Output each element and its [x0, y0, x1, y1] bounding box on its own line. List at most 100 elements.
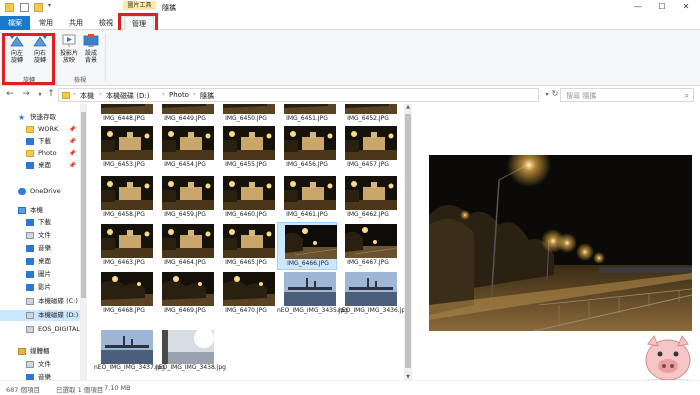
search-icon: ⌕	[684, 91, 689, 100]
slideshow-button[interactable]: 投影片 放映	[58, 34, 80, 64]
file-tile[interactable]: IMG_6462.JPG	[338, 174, 398, 222]
tab-file[interactable]: 檔案	[0, 16, 30, 30]
sidebar-item[interactable]: EOS_DIGITAL (F	[0, 324, 86, 335]
tab-share[interactable]: 共用	[64, 16, 88, 30]
sidebar-item[interactable]: 下載	[0, 217, 86, 228]
cloud-icon	[18, 188, 26, 195]
close-button[interactable]: ✕	[680, 2, 692, 12]
sidebar-item[interactable]: Photo 📌	[0, 148, 86, 159]
new-folder-icon[interactable]	[34, 3, 43, 12]
nav-scrollbar-thumb[interactable]	[81, 112, 86, 298]
file-tile[interactable]: IMG_6463.JPG	[94, 222, 154, 270]
sidebar-item[interactable]: OneDrive	[0, 186, 86, 197]
file-thumbnail	[162, 126, 214, 160]
file-thumbnail	[162, 330, 214, 364]
file-tile[interactable]: IMG_6450.JPG	[216, 104, 276, 126]
file-tile[interactable]: nEO_IMG_IMG_3437.jpg	[94, 326, 165, 380]
sidebar-item[interactable]: ★ 快速存取	[0, 112, 86, 123]
file-tile[interactable]: IMG_6456.JPG	[277, 124, 337, 172]
file-name: IMG_6467.JPG	[347, 259, 389, 266]
sidebar-item-label: 桌面	[38, 257, 51, 265]
quick-access-dropdown[interactable]: ▾	[48, 2, 51, 9]
pc-icon	[18, 207, 26, 214]
file-thumbnail	[223, 104, 275, 114]
sidebar-item[interactable]: 媒體櫃	[0, 346, 86, 357]
sidebar-item[interactable]: 本機	[0, 205, 86, 216]
properties-icon[interactable]	[20, 3, 29, 12]
sidebar-item[interactable]: 本機磁碟 (C:)	[0, 296, 86, 307]
file-tile[interactable]: IMG_6454.JPG	[155, 124, 215, 172]
file-tile[interactable]: IMG_6470.JPG	[216, 270, 276, 318]
file-tile[interactable]: IMG_6466.JPG	[277, 222, 337, 270]
file-tile[interactable]: nEO_IMG_IMG_3435.jpg	[277, 270, 348, 318]
ribbon-tab-bar: 檔案 常用 共用 檢視 管理	[0, 16, 700, 30]
file-tile[interactable]: IMG_6453.JPG	[94, 124, 154, 172]
breadcrumb-drive-d[interactable]: 本機磁碟 (D:)	[106, 91, 149, 101]
window-title: 隨攜	[162, 4, 176, 12]
slideshow-label-2: 放映	[62, 57, 75, 64]
address-bar[interactable]: › 本機 › 本機磁碟 (D:) › Photo › 隨攜	[58, 88, 539, 102]
file-tile[interactable]: IMG_6448.JPG	[94, 104, 154, 126]
file-tile[interactable]: IMG_6469.JPG	[155, 270, 215, 318]
nav-scrollbar[interactable]	[80, 104, 87, 380]
minimize-button[interactable]: —	[632, 2, 644, 12]
folder-icon[interactable]	[5, 3, 14, 12]
forward-arrow-icon[interactable]: →	[20, 89, 32, 99]
file-thumbnail	[345, 224, 397, 258]
sidebar-item-label: Photo	[38, 149, 57, 157]
back-arrow-icon[interactable]: ←	[4, 89, 16, 99]
file-thumbnail	[162, 176, 214, 210]
file-tile[interactable]: IMG_6457.JPG	[338, 124, 398, 172]
file-tile[interactable]: IMG_6461.JPG	[277, 174, 337, 222]
file-tile[interactable]: IMG_6452.JPG	[338, 104, 398, 126]
file-thumbnail	[345, 176, 397, 210]
file-tile[interactable]: IMG_6455.JPG	[216, 124, 276, 172]
sidebar-item[interactable]: 桌面	[0, 256, 86, 267]
file-tile[interactable]: IMG_6458.JPG	[94, 174, 154, 222]
sidebar-item[interactable]: 桌面 📌	[0, 160, 86, 171]
file-name: IMG_6469.JPG	[164, 307, 206, 314]
sidebar-item-label: 本機磁碟 (C:)	[38, 297, 78, 305]
file-tile[interactable]: nEO_IMG_IMG_3436.jpg	[338, 270, 404, 318]
tab-home[interactable]: 常用	[34, 16, 58, 30]
sidebar-item[interactable]: 圖片	[0, 269, 86, 280]
library-icon	[18, 348, 26, 355]
up-arrow-icon[interactable]: ↑	[45, 89, 57, 99]
file-thumbnail	[101, 224, 153, 258]
file-thumbnail	[162, 272, 214, 306]
sidebar-item[interactable]: 影片	[0, 282, 86, 293]
sidebar-item[interactable]: WORK 📌	[0, 124, 86, 135]
status-bar: 687 個項目 已選取 1 個項目 7.10 MB	[0, 380, 700, 395]
file-thumbnail	[284, 126, 336, 160]
file-list-scrollbar[interactable]: ▲ ▼	[404, 104, 412, 380]
file-tile[interactable]: IMG_6449.JPG	[155, 104, 215, 126]
file-tile[interactable]: IMG_6464.JPG	[155, 222, 215, 270]
sidebar-item-label: 快速存取	[30, 113, 56, 121]
file-name: IMG_6464.JPG	[164, 259, 206, 266]
file-thumbnail	[101, 176, 153, 210]
file-tile[interactable]: IMG_6460.JPG	[216, 174, 276, 222]
set-background-button[interactable]: 設成 背景	[80, 34, 102, 64]
breadcrumb-current[interactable]: 隨攜	[200, 91, 214, 101]
scroll-up-icon[interactable]: ▲	[404, 104, 412, 110]
file-tile[interactable]: IMG_6467.JPG	[338, 222, 398, 270]
file-tile[interactable]: nEO_IMG_IMG_3438.jpg	[155, 326, 226, 380]
file-tile[interactable]: IMG_6468.JPG	[94, 270, 154, 318]
file-tile[interactable]: IMG_6451.JPG	[277, 104, 337, 126]
file-list-scrollbar-thumb[interactable]	[405, 114, 411, 368]
search-box[interactable]: 搜尋 隨攜 ⌕	[560, 88, 694, 102]
tab-view[interactable]: 檢視	[94, 16, 118, 30]
sidebar-item[interactable]: 本機磁碟 (D:)	[0, 310, 86, 321]
maximize-button[interactable]: ☐	[656, 2, 668, 12]
file-thumbnail	[162, 104, 214, 114]
sidebar-item[interactable]: 文件	[0, 230, 86, 241]
file-tile[interactable]: IMG_6459.JPG	[155, 174, 215, 222]
file-thumbnail	[101, 126, 153, 160]
breadcrumb-photo[interactable]: Photo	[169, 91, 189, 99]
file-tile[interactable]: IMG_6465.JPG	[216, 222, 276, 270]
sidebar-item[interactable]: 音樂	[0, 243, 86, 254]
sidebar-item[interactable]: 下載 📌	[0, 136, 86, 147]
sidebar-item[interactable]: 文件	[0, 359, 86, 370]
item-count: 687 個項目	[6, 386, 40, 394]
breadcrumb-this-pc[interactable]: 本機	[80, 91, 94, 101]
